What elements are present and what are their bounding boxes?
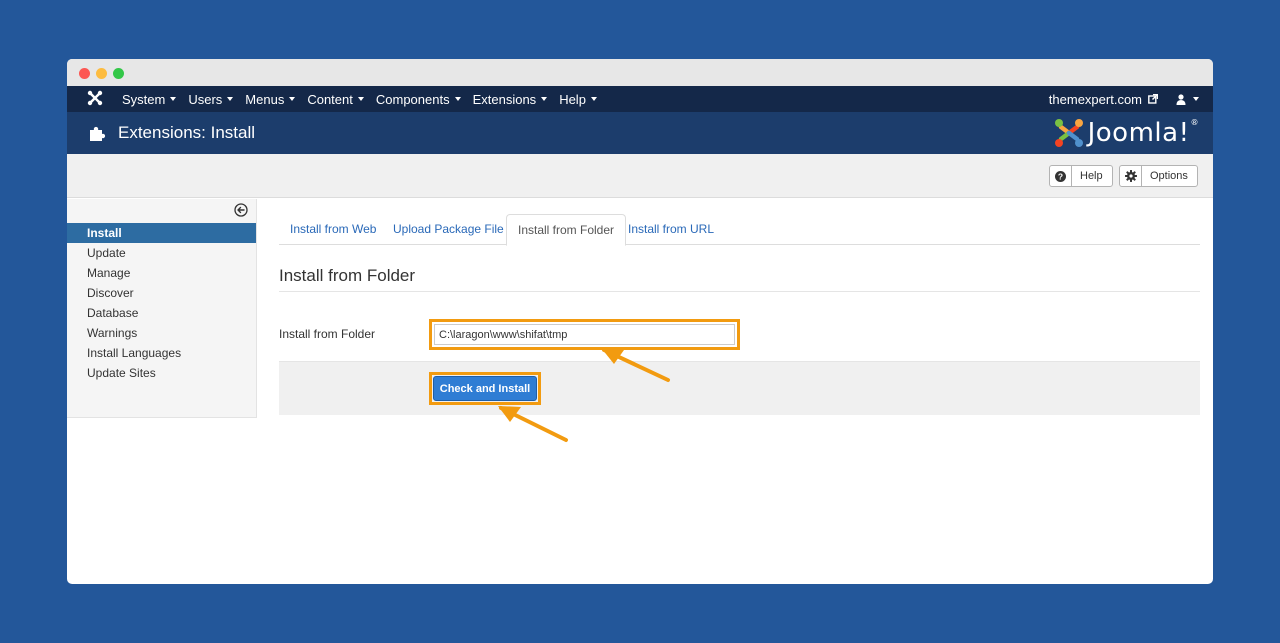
circle-arrow-left-icon[interactable] bbox=[234, 203, 248, 217]
menu-help[interactable]: Help bbox=[559, 92, 597, 107]
section-title: Install from Folder bbox=[279, 266, 416, 285]
menu-help-label: Help bbox=[559, 91, 586, 107]
sidebar-nav: Install Update Manage Discover Database … bbox=[67, 223, 256, 383]
user-icon[interactable] bbox=[1176, 93, 1186, 105]
menu-content-label: Content bbox=[307, 91, 353, 107]
chevron-down-icon bbox=[541, 97, 548, 101]
puzzle-icon bbox=[90, 126, 106, 141]
tab-install-from-url[interactable]: Install from URL bbox=[617, 214, 725, 245]
sidebar-item-database[interactable]: Database bbox=[67, 303, 256, 323]
joomla-logo: Joomla!® bbox=[1053, 117, 1199, 149]
joomla-x-icon[interactable] bbox=[87, 90, 103, 106]
folder-field-label: Install from Folder bbox=[279, 327, 376, 341]
minimize-window-button[interactable] bbox=[96, 68, 107, 79]
page-header: Extensions: Install Joomla!® bbox=[67, 112, 1213, 154]
install-tabs: Install from Web Upload Package File Ins… bbox=[279, 214, 1200, 246]
chevron-down-icon bbox=[227, 97, 234, 101]
menu-extensions-label: Extensions bbox=[472, 91, 537, 107]
check-and-install-button[interactable]: Check and Install bbox=[433, 376, 537, 401]
sidebar-item-manage[interactable]: Manage bbox=[67, 263, 256, 283]
install-folder-input[interactable] bbox=[434, 324, 735, 345]
options-button[interactable]: Options bbox=[1119, 165, 1198, 187]
sidebar-item-install-languages[interactable]: Install Languages bbox=[67, 343, 256, 363]
gear-icon bbox=[1124, 170, 1137, 182]
site-link[interactable]: themexpert.com bbox=[1049, 92, 1142, 107]
chevron-down-icon bbox=[170, 97, 177, 101]
brand-registered-mark: ® bbox=[1190, 118, 1199, 127]
help-icon-box: ? bbox=[1050, 166, 1072, 186]
sidebar: Install Update Manage Discover Database … bbox=[67, 199, 257, 418]
chevron-down-icon[interactable] bbox=[1193, 97, 1199, 101]
arrow-annotation-input bbox=[602, 348, 670, 382]
options-icon-box bbox=[1120, 166, 1142, 186]
tab-upload-package-file[interactable]: Upload Package File bbox=[382, 214, 515, 245]
external-link-icon bbox=[1148, 94, 1158, 104]
main-menu: System Users Menus Content Components Ex… bbox=[122, 86, 609, 112]
chevron-down-icon bbox=[289, 97, 296, 101]
toolbar: ? Help Options bbox=[67, 154, 1213, 198]
input-highlight-box bbox=[429, 319, 740, 350]
arrow-annotation-button bbox=[498, 406, 568, 442]
navbar-right: themexpert.com bbox=[1049, 86, 1199, 112]
chevron-down-icon bbox=[454, 97, 461, 101]
browser-window: System Users Menus Content Components Ex… bbox=[67, 59, 1213, 584]
help-button-label: Help bbox=[1080, 170, 1103, 182]
sidebar-item-install[interactable]: Install bbox=[67, 223, 256, 243]
tab-install-from-folder[interactable]: Install from Folder bbox=[506, 214, 627, 246]
section-divider bbox=[279, 291, 1200, 292]
window-titlebar bbox=[67, 59, 1213, 86]
menu-components[interactable]: Components bbox=[376, 92, 461, 107]
sidebar-item-warnings[interactable]: Warnings bbox=[67, 323, 256, 343]
brand-name: Joomla!® bbox=[1088, 118, 1199, 148]
button-highlight-box: Check and Install bbox=[429, 372, 541, 405]
question-circle-icon: ? bbox=[1055, 170, 1066, 182]
close-window-button[interactable] bbox=[79, 68, 90, 79]
menu-users-label: Users bbox=[188, 91, 223, 107]
maximize-window-button[interactable] bbox=[113, 68, 124, 79]
page-title: Extensions: Install bbox=[118, 123, 256, 142]
menu-extensions[interactable]: Extensions bbox=[473, 92, 548, 107]
tab-install-from-web[interactable]: Install from Web bbox=[279, 214, 387, 245]
admin-navbar: System Users Menus Content Components Ex… bbox=[67, 86, 1213, 112]
sidebar-item-update-sites[interactable]: Update Sites bbox=[67, 363, 256, 383]
form-actions: Check and Install bbox=[279, 361, 1200, 415]
brand-label: Joomla! bbox=[1087, 118, 1190, 148]
chevron-down-icon bbox=[357, 97, 364, 101]
menu-menus-label: Menus bbox=[245, 91, 285, 107]
menu-system[interactable]: System bbox=[122, 91, 177, 107]
menu-menus[interactable]: Menus bbox=[245, 91, 296, 107]
sidebar-item-discover[interactable]: Discover bbox=[67, 283, 256, 303]
options-button-label: Options bbox=[1150, 170, 1188, 182]
menu-system-label: System bbox=[122, 91, 166, 107]
menu-content[interactable]: Content bbox=[307, 92, 364, 107]
svg-text:?: ? bbox=[1058, 171, 1063, 181]
help-button[interactable]: ? Help bbox=[1049, 165, 1113, 187]
joomla-logo-icon bbox=[1054, 119, 1083, 147]
menu-users[interactable]: Users bbox=[188, 91, 234, 107]
chevron-down-icon bbox=[590, 97, 597, 101]
sidebar-item-update[interactable]: Update bbox=[67, 243, 256, 263]
menu-components-label: Components bbox=[375, 91, 450, 107]
